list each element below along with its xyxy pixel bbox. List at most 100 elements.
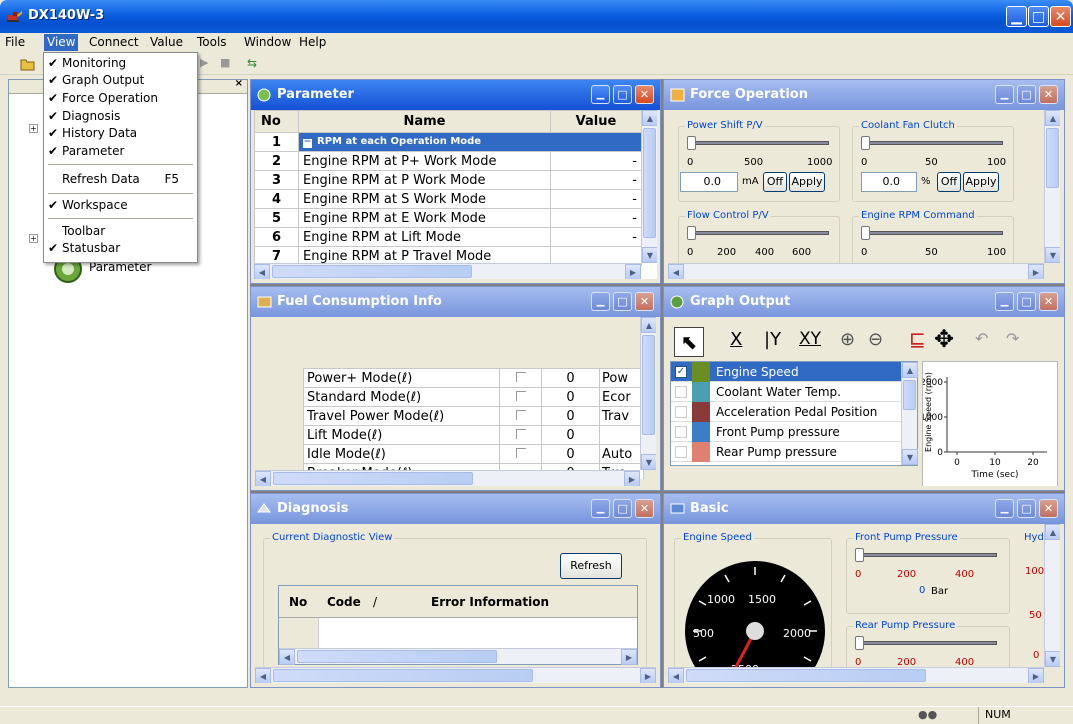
engine-rpm-slider[interactable] bbox=[863, 231, 1003, 235]
play-icon[interactable]: ▶ bbox=[200, 56, 216, 72]
off-button[interactable]: Off bbox=[937, 172, 961, 192]
menu-item-refresh-data[interactable]: Refresh Data F5 bbox=[44, 171, 197, 188]
horizontal-scrollbar[interactable]: ◀ ▶ bbox=[279, 648, 637, 665]
vertical-scrollbar[interactable]: ▲ ▼ bbox=[901, 362, 918, 465]
expand-icon[interactable]: + bbox=[29, 234, 38, 243]
zoom-in-icon[interactable]: ⊕ bbox=[840, 329, 855, 350]
horizontal-scrollbar[interactable]: ◀ ▶ bbox=[668, 667, 1044, 683]
menu-item-parameter[interactable]: ✔ Parameter bbox=[44, 143, 197, 160]
scroll-left-icon[interactable]: ◀ bbox=[668, 668, 684, 683]
menu-item-graph-output[interactable]: ✔ Graph Output bbox=[44, 72, 197, 89]
menu-item-workspace[interactable]: ✔ Workspace bbox=[44, 197, 197, 214]
col-header-no[interactable]: No bbox=[254, 110, 299, 133]
menu-item-toolbar[interactable]: Toolbar bbox=[44, 223, 197, 240]
horizontal-scrollbar[interactable]: ◀ ▶ bbox=[668, 263, 1044, 279]
minimize-button[interactable]: ▁ bbox=[995, 85, 1014, 104]
close-button[interactable]: ✕ bbox=[1039, 292, 1058, 311]
table-row[interactable]: 3 Engine RPM at P Work Mode - bbox=[254, 170, 642, 190]
maximize-button[interactable]: □ bbox=[1017, 292, 1036, 311]
connect-arrows-icon[interactable]: ⇆ bbox=[247, 56, 263, 72]
table-row[interactable]: 5 Engine RPM at E Work Mode - bbox=[254, 208, 642, 228]
checkbox[interactable] bbox=[516, 428, 526, 439]
group-row[interactable]: − RPM at each Operation Mode bbox=[298, 132, 642, 152]
refresh-button[interactable]: Refresh bbox=[560, 553, 622, 579]
maximize-button[interactable]: □ bbox=[1017, 85, 1036, 104]
off-button[interactable]: Off bbox=[763, 172, 787, 192]
maximize-button[interactable]: □ bbox=[613, 499, 632, 518]
col-header-error[interactable]: Error Information bbox=[431, 595, 549, 609]
scroll-thumb[interactable] bbox=[686, 669, 926, 682]
close-pane-icon[interactable]: × bbox=[235, 78, 243, 89]
rear-pump-slider[interactable] bbox=[857, 641, 997, 645]
stop-icon[interactable]: ■ bbox=[220, 56, 236, 72]
region-select-icon[interactable]: ⊑ bbox=[909, 327, 926, 351]
col-header-value[interactable]: Value bbox=[550, 110, 642, 133]
scroll-down-icon[interactable]: ▼ bbox=[641, 454, 656, 470]
flow-control-slider[interactable] bbox=[689, 231, 829, 235]
vertical-scrollbar[interactable]: ▲ ▼ bbox=[1044, 524, 1060, 667]
menu-connect[interactable]: Connect bbox=[89, 35, 139, 49]
scroll-thumb[interactable] bbox=[642, 335, 655, 435]
maximize-button[interactable]: □ bbox=[613, 85, 632, 104]
apply-button[interactable]: Apply bbox=[963, 172, 999, 192]
power-shift-input[interactable]: 0.0 bbox=[680, 172, 738, 192]
horizontal-scrollbar[interactable]: ◀ ▶ bbox=[255, 667, 656, 683]
apply-button[interactable]: Apply bbox=[789, 172, 825, 192]
collapse-icon[interactable]: − bbox=[303, 138, 312, 148]
scroll-down-icon[interactable]: ▼ bbox=[902, 449, 918, 465]
series-row[interactable]: Coolant Water Temp. bbox=[671, 382, 901, 402]
slider-thumb[interactable] bbox=[855, 548, 864, 562]
checkbox[interactable] bbox=[516, 390, 526, 401]
series-checkbox[interactable] bbox=[675, 406, 687, 418]
series-checkbox[interactable] bbox=[675, 386, 687, 398]
redo-icon[interactable]: ↷ bbox=[1006, 329, 1019, 348]
scroll-right-icon[interactable]: ▶ bbox=[1028, 668, 1044, 683]
col-header-name[interactable]: Name bbox=[298, 110, 551, 133]
scroll-up-icon[interactable]: ▲ bbox=[642, 110, 657, 126]
expand-icon[interactable]: + bbox=[29, 124, 38, 133]
scroll-thumb[interactable] bbox=[903, 380, 916, 410]
close-button[interactable]: ✕ bbox=[635, 85, 654, 104]
col-header-no[interactable]: No bbox=[289, 595, 307, 609]
scroll-right-icon[interactable]: ▶ bbox=[640, 668, 656, 683]
menu-item-diagnosis[interactable]: ✔ Diagnosis bbox=[44, 108, 197, 125]
minimize-button[interactable]: ▁ bbox=[1006, 6, 1027, 27]
slider-thumb[interactable] bbox=[861, 136, 870, 150]
slider-thumb[interactable] bbox=[687, 226, 696, 240]
close-button[interactable]: ✕ bbox=[1039, 85, 1058, 104]
maximize-button[interactable]: □ bbox=[1028, 6, 1049, 27]
graph-plot[interactable]: 20001000001020Time (sec)Engine Speed (rp… bbox=[922, 361, 1058, 486]
scroll-down-icon[interactable]: ▼ bbox=[1045, 651, 1060, 667]
table-row[interactable]: Standard Mode(ℓ) 0 Ecor bbox=[303, 387, 644, 407]
vertical-scrollbar[interactable]: ▲ ▼ bbox=[1044, 110, 1060, 263]
scroll-left-icon[interactable]: ◀ bbox=[279, 649, 295, 665]
scroll-up-icon[interactable]: ▲ bbox=[1045, 110, 1060, 126]
zoom-y-icon[interactable]: |Y bbox=[764, 329, 781, 350]
horizontal-scrollbar[interactable]: ◀ ▶ bbox=[254, 263, 641, 279]
menu-item-history-data[interactable]: ✔ History Data bbox=[44, 125, 197, 142]
scroll-thumb[interactable] bbox=[1046, 128, 1059, 188]
minimize-button[interactable]: ▁ bbox=[591, 292, 610, 311]
table-row[interactable]: Idle Mode(ℓ) 0 Auto bbox=[303, 444, 644, 464]
front-pump-slider[interactable] bbox=[857, 553, 997, 557]
zoom-xy-icon[interactable]: XY bbox=[799, 329, 821, 349]
menu-tools[interactable]: Tools bbox=[197, 35, 227, 49]
pan-icon[interactable]: ✥ bbox=[934, 325, 954, 353]
scroll-left-icon[interactable]: ◀ bbox=[255, 471, 271, 486]
maximize-button[interactable]: □ bbox=[613, 292, 632, 311]
scroll-left-icon[interactable]: ◀ bbox=[255, 668, 271, 683]
checkbox[interactable] bbox=[516, 371, 526, 382]
series-checkbox[interactable] bbox=[675, 426, 687, 438]
slider-thumb[interactable] bbox=[861, 226, 870, 240]
scroll-up-icon[interactable]: ▲ bbox=[1045, 524, 1060, 540]
scroll-left-icon[interactable]: ◀ bbox=[668, 264, 684, 279]
open-folder-icon[interactable] bbox=[20, 56, 36, 72]
table-row[interactable]: Travel Power Mode(ℓ) 0 Trav bbox=[303, 406, 644, 426]
vertical-scrollbar[interactable]: ▲ ▼ bbox=[641, 110, 657, 263]
scroll-down-icon[interactable]: ▼ bbox=[1045, 247, 1060, 263]
scroll-right-icon[interactable]: ▶ bbox=[624, 471, 640, 486]
series-row[interactable]: Front Pump pressure bbox=[671, 422, 901, 442]
minimize-button[interactable]: ▁ bbox=[995, 292, 1014, 311]
scroll-thumb[interactable] bbox=[272, 265, 472, 278]
scroll-thumb[interactable] bbox=[297, 650, 497, 663]
